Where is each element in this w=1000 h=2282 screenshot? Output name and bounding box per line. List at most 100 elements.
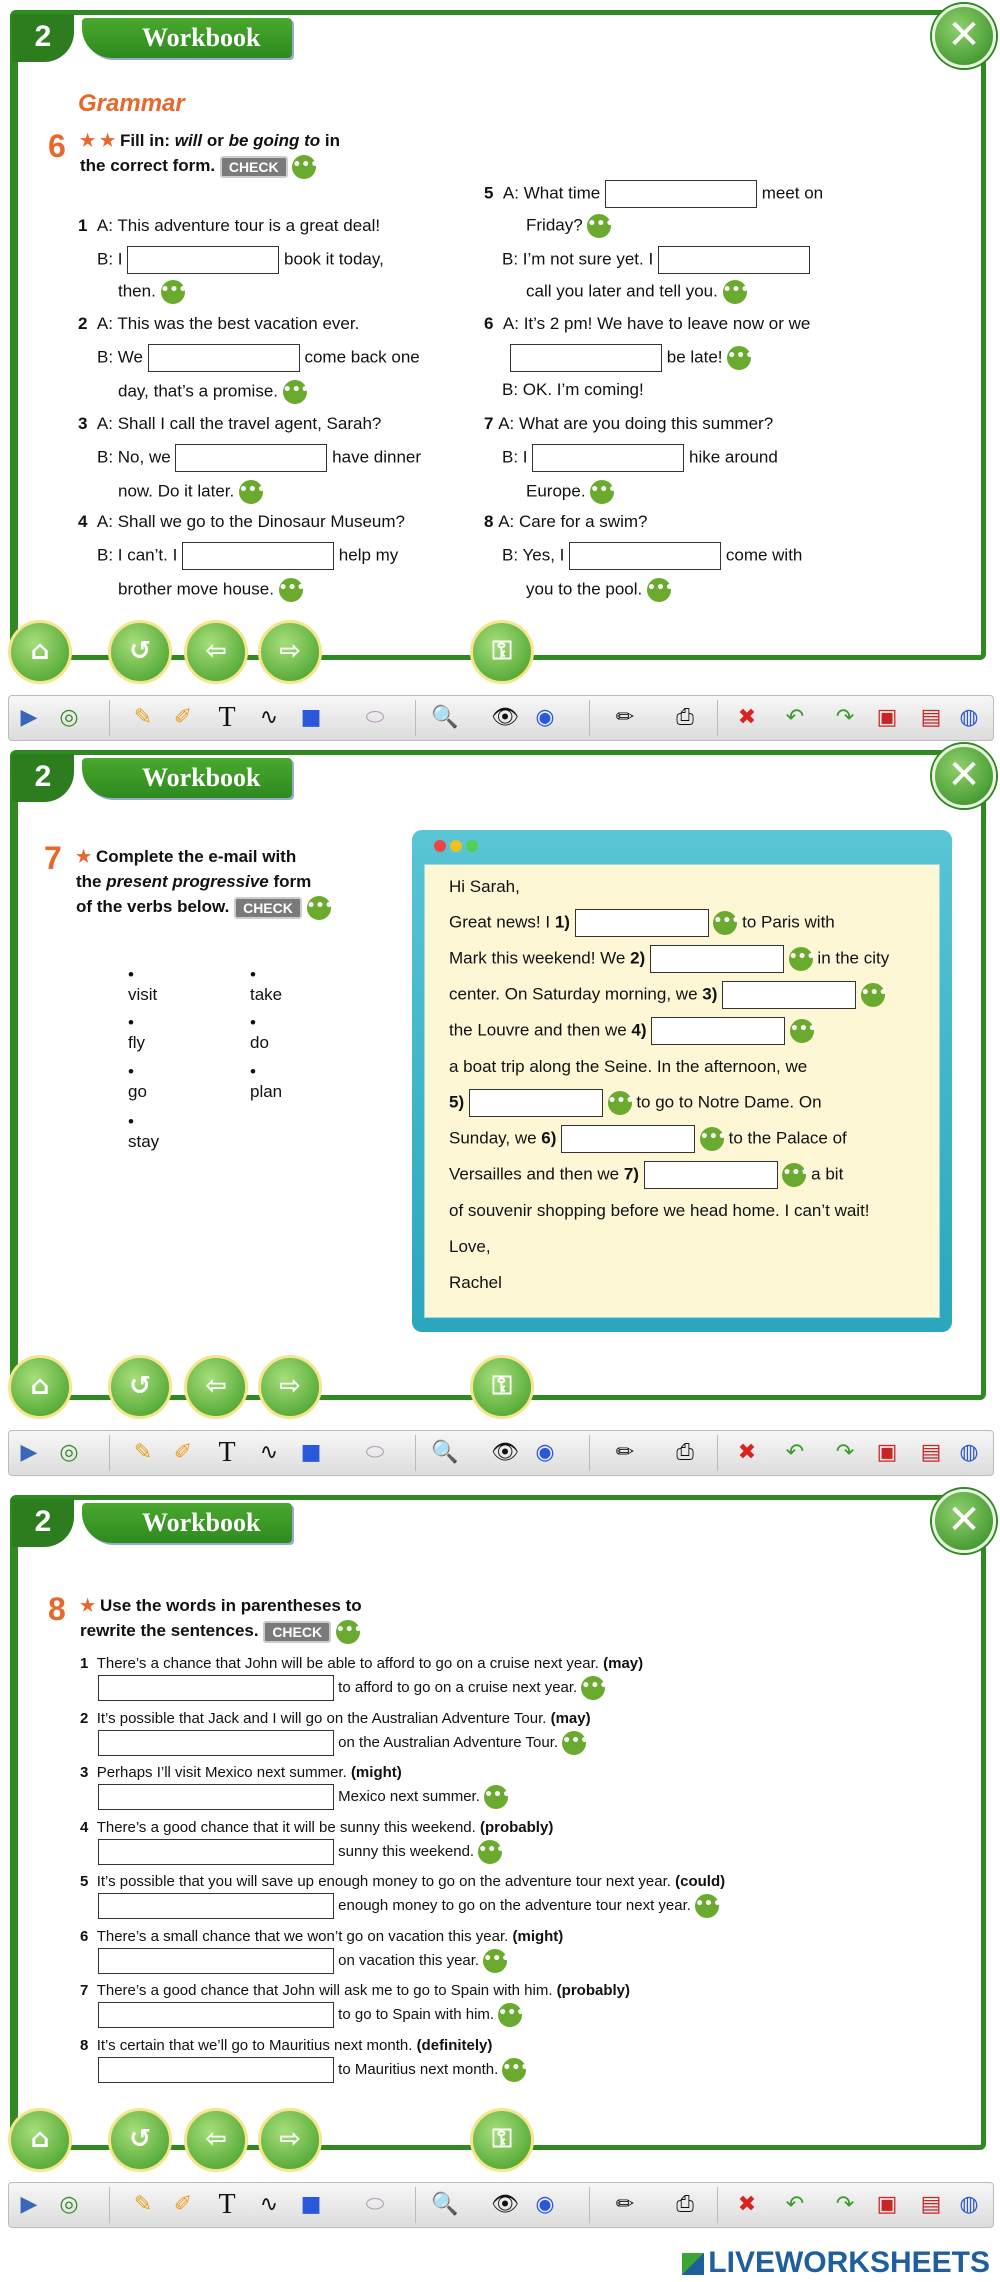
eraser-icon[interactable]: ⬭: [359, 2189, 391, 2221]
answer-input[interactable]: [561, 1125, 696, 1153]
close-icon[interactable]: ✕: [932, 744, 996, 808]
back-icon[interactable]: ↺: [108, 2108, 172, 2172]
hint-icon[interactable]: •••: [502, 2057, 529, 2082]
print-icon[interactable]: ⎙: [669, 702, 701, 734]
hint-icon[interactable]: •••: [713, 911, 740, 935]
undo-icon[interactable]: ↶: [779, 702, 811, 734]
answer-input[interactable]: [98, 1838, 334, 1865]
home-icon[interactable]: ⌂: [8, 2108, 72, 2172]
text-icon[interactable]: T: [211, 702, 243, 734]
home-icon[interactable]: ⌂: [8, 620, 72, 684]
answer-input[interactable]: [98, 1893, 334, 1919]
save-icon[interactable]: ▣: [871, 2189, 903, 2221]
answer-input[interactable]: [651, 1017, 786, 1045]
hint-icon[interactable]: •••: [727, 346, 754, 370]
pencil-icon[interactable]: ✎: [127, 1437, 159, 1469]
answer-input[interactable]: [510, 344, 662, 372]
globe-icon[interactable]: ◍: [953, 1437, 985, 1469]
hint-icon[interactable]: •••: [483, 1948, 510, 1973]
close-icon[interactable]: ✕: [932, 4, 996, 68]
curve-icon[interactable]: ∿: [253, 702, 285, 734]
hint-icon[interactable]: •••: [478, 1839, 505, 1864]
undo-icon[interactable]: ↶: [779, 2189, 811, 2221]
text-icon[interactable]: T: [211, 2189, 243, 2221]
play-icon[interactable]: ▶: [13, 702, 45, 734]
check-button[interactable]: CHECK: [219, 155, 288, 178]
shape-icon[interactable]: ■: [295, 702, 327, 734]
note-icon[interactable]: ✏: [609, 702, 641, 734]
show-icon[interactable]: 👁: [489, 2189, 521, 2221]
hint-icon[interactable]: •••: [607, 1091, 634, 1115]
answer-input[interactable]: [574, 909, 709, 937]
marker-icon[interactable]: ✐: [167, 702, 199, 734]
save-as-icon[interactable]: ▤: [915, 1437, 947, 1469]
curve-icon[interactable]: ∿: [253, 2189, 285, 2221]
show-icon[interactable]: 👁: [489, 702, 521, 734]
answer-input[interactable]: [468, 1089, 603, 1117]
hint-icon[interactable]: •••: [562, 1730, 589, 1755]
clear-icon[interactable]: ✖: [731, 1437, 763, 1469]
hint-icon[interactable]: •••: [790, 1019, 817, 1043]
check-button[interactable]: CHECK: [263, 1620, 332, 1643]
answer-input[interactable]: [147, 344, 300, 372]
answer-input[interactable]: [643, 1161, 778, 1189]
answer-input[interactable]: [657, 246, 810, 274]
undo-icon[interactable]: ↶: [779, 1437, 811, 1469]
hint-icon[interactable]: •••: [282, 380, 310, 404]
answer-input[interactable]: [98, 2002, 334, 2028]
hint-icon[interactable]: •••: [160, 280, 187, 304]
curve-icon[interactable]: ∿: [253, 1437, 285, 1469]
prev-icon[interactable]: ⇦: [184, 2108, 248, 2172]
prev-icon[interactable]: ⇦: [184, 1355, 248, 1419]
redo-icon[interactable]: ↷: [829, 702, 861, 734]
mouse-icon[interactable]: ◎: [53, 1437, 85, 1469]
answer-input[interactable]: [98, 1729, 334, 1756]
hint-icon[interactable]: •••: [484, 1785, 511, 1809]
hint-icon[interactable]: •••: [278, 578, 306, 602]
shape-icon[interactable]: ■: [295, 2189, 327, 2221]
answer-input[interactable]: [532, 444, 685, 472]
print-icon[interactable]: ⎙: [669, 1437, 701, 1469]
answer-input[interactable]: [175, 444, 328, 472]
zoom-icon[interactable]: 🔍: [429, 702, 461, 734]
zoom-icon[interactable]: 🔍: [429, 1437, 461, 1469]
hint-icon[interactable]: •••: [699, 1127, 727, 1151]
answer-input[interactable]: [604, 180, 757, 208]
answer-input[interactable]: [98, 1784, 334, 1810]
answer-key-icon[interactable]: ⚿: [470, 620, 534, 684]
answer-key-icon[interactable]: ⚿: [470, 2108, 534, 2172]
answer-input[interactable]: [98, 1947, 334, 1974]
hint-icon[interactable]: •••: [587, 214, 614, 238]
prev-icon[interactable]: ⇦: [184, 620, 248, 684]
pencil-icon[interactable]: ✎: [127, 702, 159, 734]
clear-icon[interactable]: ✖: [731, 2189, 763, 2221]
hide-icon[interactable]: ◉: [529, 1437, 561, 1469]
show-icon[interactable]: 👁: [489, 1437, 521, 1469]
answer-input[interactable]: [98, 2056, 334, 2083]
clear-icon[interactable]: ✖: [731, 702, 763, 734]
hint-icon[interactable]: •••: [335, 1619, 363, 1644]
hint-icon[interactable]: •••: [695, 1894, 722, 1918]
back-icon[interactable]: ↺: [108, 620, 172, 684]
hint-icon[interactable]: •••: [860, 983, 888, 1007]
redo-icon[interactable]: ↷: [829, 2189, 861, 2221]
text-icon[interactable]: T: [211, 1437, 243, 1469]
answer-input[interactable]: [722, 981, 857, 1009]
next-icon[interactable]: ⇨: [258, 620, 322, 684]
back-icon[interactable]: ↺: [108, 1355, 172, 1419]
play-icon[interactable]: ▶: [13, 1437, 45, 1469]
hint-icon[interactable]: •••: [722, 280, 749, 304]
marker-icon[interactable]: ✐: [167, 2189, 199, 2221]
hint-icon[interactable]: •••: [292, 154, 319, 179]
hint-icon[interactable]: •••: [306, 895, 333, 920]
next-icon[interactable]: ⇨: [258, 1355, 322, 1419]
mouse-icon[interactable]: ◎: [53, 702, 85, 734]
hide-icon[interactable]: ◉: [529, 2189, 561, 2221]
answer-input[interactable]: [649, 945, 784, 973]
save-as-icon[interactable]: ▤: [915, 702, 947, 734]
mouse-icon[interactable]: ◎: [53, 2189, 85, 2221]
globe-icon[interactable]: ◍: [953, 702, 985, 734]
hint-icon[interactable]: •••: [590, 480, 617, 504]
save-icon[interactable]: ▣: [871, 702, 903, 734]
eraser-icon[interactable]: ⬭: [359, 1437, 391, 1469]
